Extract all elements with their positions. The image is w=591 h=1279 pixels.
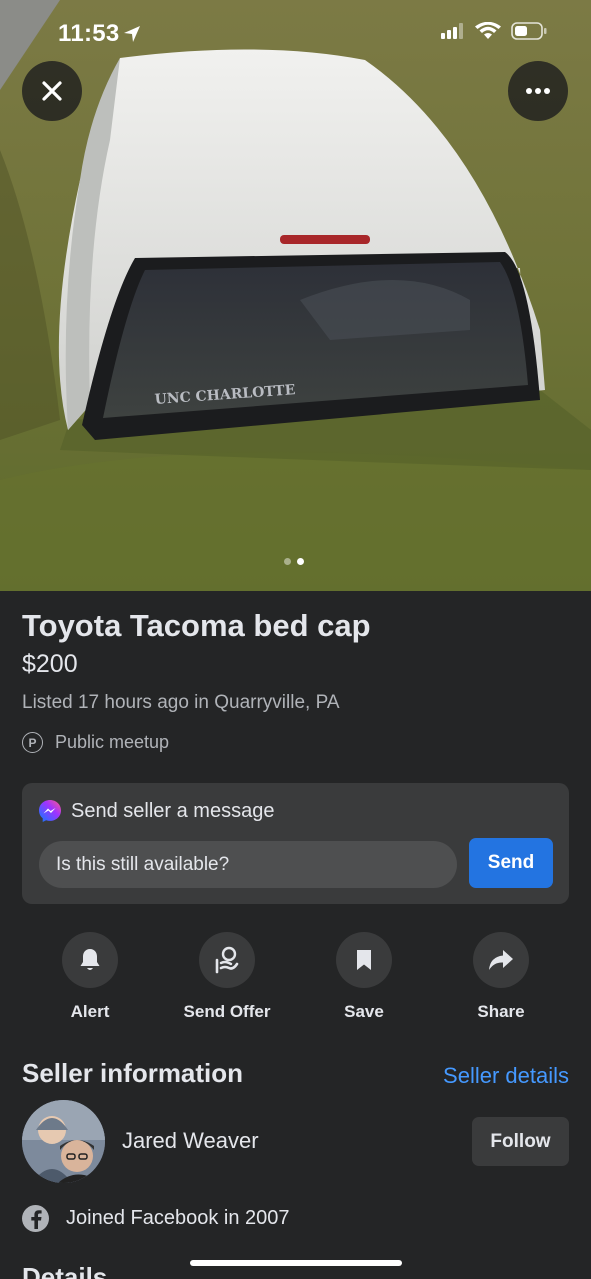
message-header: Send seller a message [38, 799, 274, 823]
message-seller-card: Send seller a message Is this still avai… [22, 783, 569, 904]
facebook-icon [22, 1205, 49, 1232]
close-icon [42, 81, 62, 101]
share-icon [489, 950, 513, 970]
seller-information-heading: Seller information [22, 1058, 244, 1088]
details-heading: Details [22, 1262, 108, 1279]
wifi-icon [475, 22, 501, 39]
listing-photo[interactable]: UNC CHARLOTTE [0, 0, 591, 591]
save-button[interactable]: Save [296, 932, 432, 1022]
pager-dot-active [297, 558, 304, 565]
joined-facebook: Joined Facebook in 2007 [22, 1205, 290, 1232]
save-circle[interactable] [336, 932, 392, 988]
seller-name[interactable]: Jared Weaver [122, 1128, 259, 1154]
seller-avatar[interactable] [22, 1100, 105, 1183]
alert-circle[interactable] [62, 932, 118, 988]
public-meetup-label: Public meetup [55, 732, 170, 752]
follow-button[interactable]: Follow [472, 1117, 569, 1166]
share-circle[interactable] [473, 932, 529, 988]
send-offer-circle[interactable] [199, 932, 255, 988]
share-button[interactable]: Share [433, 932, 569, 1022]
send-button[interactable]: Send [469, 838, 553, 888]
photo-pager [284, 558, 304, 565]
more-icon [526, 88, 550, 94]
status-icons [441, 22, 547, 40]
joined-facebook-label: Joined Facebook in 2007 [66, 1207, 290, 1229]
battery-icon [511, 22, 547, 40]
messenger-icon [39, 800, 61, 822]
listing-title: Toyota Tacoma bed cap [22, 608, 371, 643]
save-label: Save [344, 1002, 384, 1021]
action-bar: Alert Send Offer Save Share [22, 932, 569, 1022]
close-button[interactable] [22, 61, 82, 121]
status-bar: 11:53 [0, 0, 591, 70]
status-time: 11:53 [58, 20, 120, 47]
public-meetup: P Public meetup [22, 732, 169, 753]
signal-icon [441, 23, 463, 39]
home-indicator[interactable] [190, 1260, 402, 1266]
alert-button[interactable]: Alert [22, 932, 158, 1022]
offer-icon [215, 946, 239, 974]
alert-label: Alert [70, 1002, 110, 1021]
bookmark-icon [357, 950, 371, 970]
send-offer-label: Send Offer [183, 1002, 271, 1021]
pager-dot [284, 558, 291, 565]
message-header-label: Send seller a message [71, 799, 275, 822]
seller-details-link[interactable]: Seller details [443, 1063, 569, 1089]
parking-icon: P [22, 732, 43, 753]
message-input[interactable]: Is this still available? [39, 841, 457, 888]
location-arrow-icon [124, 26, 140, 42]
share-label: Share [477, 1002, 525, 1021]
send-offer-button[interactable]: Send Offer [159, 932, 295, 1022]
bell-icon [80, 949, 100, 970]
listing-price: $200 [22, 650, 78, 678]
more-options-button[interactable] [508, 61, 568, 121]
listing-location[interactable]: Listed 17 hours ago in Quarryville, PA [22, 692, 340, 714]
